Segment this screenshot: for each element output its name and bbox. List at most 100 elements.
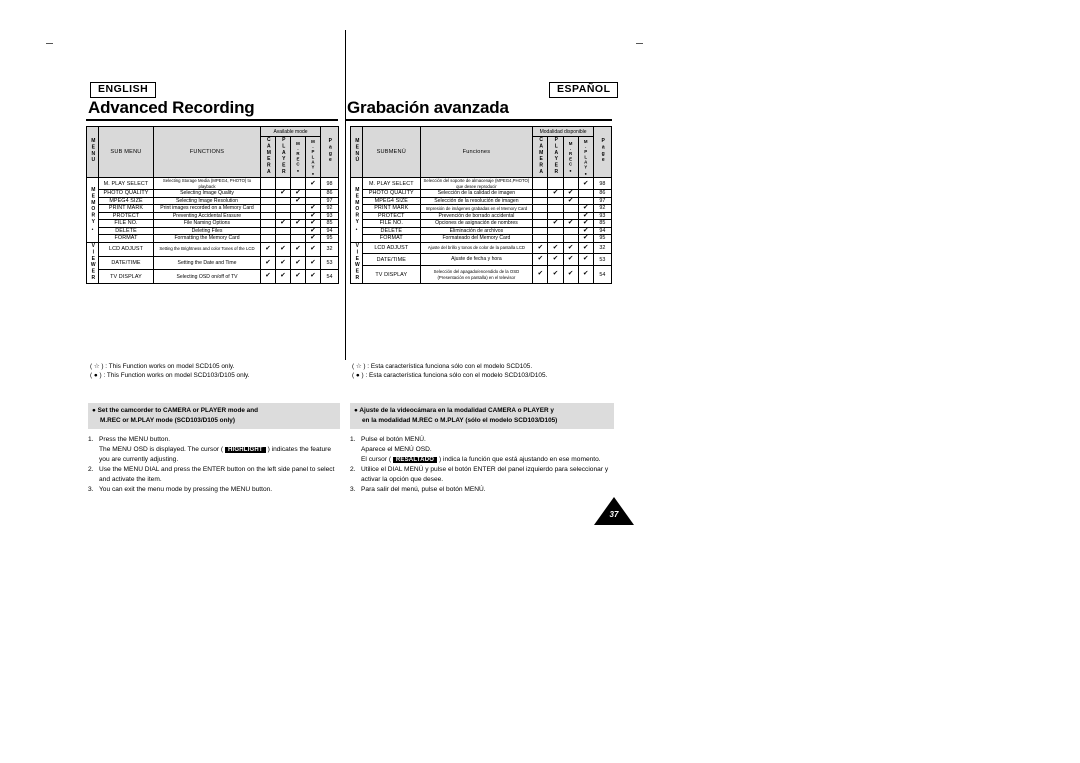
- cell-mode-mrec: [290, 204, 306, 213]
- cell-function: Prevención de borrado accidental: [419, 211, 534, 221]
- cell-mode-camera: ✔: [532, 253, 549, 266]
- cell-mode-camera: [260, 196, 276, 206]
- callout-spanish: ● Ajuste de la videocámara en la modalid…: [350, 403, 614, 429]
- menu-spec-table-english: MENU SUB MENU FUNCTIONS Available mode P…: [86, 125, 340, 285]
- registration-tick-right: [636, 43, 643, 44]
- callout-line2: en la modalidad M.REC o M.PLAY (sólo el …: [362, 416, 558, 424]
- cell-mode-camera: [532, 211, 549, 221]
- cell-mode-player: [275, 234, 291, 243]
- cell-mode-camera: [532, 204, 549, 213]
- step-text: Utilice el DIAL MENÚ y pulse el botón EN…: [361, 466, 609, 483]
- legend-line-star: ( ☆ ) : This Function works on model SCD…: [90, 363, 235, 370]
- cell-page: 86: [320, 189, 340, 198]
- table-row: PRINT MARK Impresión de imágenes grabadas…: [351, 204, 613, 213]
- cell-mode-player: [275, 204, 291, 213]
- cell-mode-mplay: ✔: [304, 234, 322, 243]
- cell-mode-camera: [260, 226, 276, 236]
- cell-mode-camera: ✔: [260, 269, 276, 285]
- page-title-spanish: Grabación avanzada: [347, 98, 509, 117]
- col-header-camera: CAMERA: [260, 135, 276, 179]
- cell-page: 92: [592, 204, 613, 213]
- step-item: 2. Use the MENU DIAL and press the ENTER …: [88, 465, 342, 485]
- cell-function: Setting the Date and Time: [153, 255, 261, 271]
- registration-tick-left: [46, 43, 53, 44]
- step-number: 3.: [88, 486, 94, 493]
- cell-page: 93: [592, 211, 613, 221]
- cell-mode-camera: [260, 234, 276, 243]
- cell-function: Selección del apagado/encendido de la OS…: [419, 264, 534, 285]
- cell-mode-mrec: [290, 234, 306, 243]
- col-header-menu: MENÚ: [349, 125, 364, 179]
- cell-page: 54: [592, 264, 613, 285]
- cell-mode-camera: [532, 189, 549, 198]
- cell-function: Ajuste del brillo y tonos de color de la…: [419, 241, 534, 255]
- cell-mode-mrec: ✔: [562, 264, 579, 285]
- cell-mode-camera: [260, 189, 276, 198]
- cell-function: Eliminación de archivos: [419, 226, 534, 236]
- cell-mode-mrec: [290, 226, 306, 236]
- cell-function: Selección de la resolución de imagen: [419, 196, 534, 206]
- cell-mode-mrec: ✔: [290, 269, 306, 285]
- table-row: FORMAT Formateado del Memory Card ✔ 95: [351, 234, 613, 243]
- table-row: FILE NO. File Naming Options ✔ ✔ ✔ 85: [87, 219, 340, 228]
- cell-function: Formatting the Memory Card: [153, 234, 261, 243]
- highlight-badge: RESALTADO: [392, 457, 438, 463]
- cell-mode-camera: [260, 204, 276, 213]
- title-rule-english: [86, 119, 338, 121]
- table-row: DELETE Deleting Files ✔ 94: [87, 226, 340, 236]
- cell-mode-mrec: ✔: [562, 241, 579, 255]
- step-item: 2. Utilice el DIAL MENÚ y pulse el botón …: [350, 465, 616, 485]
- legend-english: ( ☆ ) : This Function works on model SCD…: [90, 362, 340, 380]
- cell-mode-mplay: ✔: [304, 241, 322, 257]
- cell-page: 97: [592, 196, 613, 206]
- table-row: TV DISPLAY Selección del apagado/encendid…: [351, 264, 613, 285]
- col-header-menu: MENU: [86, 125, 99, 179]
- cell-submenu: MPEG4 SIZE: [98, 196, 154, 206]
- cell-page: 95: [320, 234, 340, 243]
- menu-group-dot-icon: •: [355, 227, 358, 234]
- table-head-spanish: MENÚ SUBMENÚ Funciones Modalidad disponi…: [349, 125, 613, 179]
- menu-group-label: VIEWER: [90, 242, 97, 282]
- page-number-badge: 37: [594, 497, 634, 527]
- cell-mode-player: ✔: [275, 241, 291, 257]
- col-header-available-mode: Modalidad disponible: [532, 126, 594, 137]
- menu-group-dot-icon: •: [91, 227, 94, 234]
- cell-submenu: PRINT MARK: [98, 204, 154, 213]
- cell-mode-mrec: [562, 234, 579, 243]
- cell-mode-player: [275, 177, 291, 191]
- cell-mode-camera: ✔: [532, 264, 549, 285]
- cell-mode-player: ✔: [275, 255, 291, 271]
- cell-mode-player: [547, 196, 564, 206]
- cell-submenu: MPEG4 SIZE: [362, 196, 421, 206]
- step-text: Use the MENU DIAL and press the ENTER bu…: [99, 466, 335, 483]
- cell-mode-player: ✔: [275, 189, 291, 198]
- title-rule-spanish: [345, 119, 612, 121]
- cell-mode-player: [547, 177, 564, 191]
- cell-mode-player: ✔: [547, 253, 564, 266]
- cell-submenu: LCD ADJUST: [98, 241, 154, 257]
- cell-mode-camera: [532, 177, 549, 191]
- cell-page: 98: [592, 177, 613, 191]
- cell-mode-camera: [532, 219, 549, 228]
- cell-function: Selección de la calidad de imagen: [419, 189, 534, 198]
- cell-mode-camera: [532, 234, 549, 243]
- table-row: FORMAT Formatting the Memory Card ✔ 95: [87, 234, 340, 243]
- col-header-available-mode: Available mode: [259, 126, 322, 137]
- callout-line1: Ajuste de la videocámara en la modalidad…: [359, 407, 554, 414]
- cell-function: Setting the Brightness and color Tones o…: [153, 241, 261, 257]
- cell-function: Formateado del Memory Card: [419, 234, 534, 243]
- menu-group-cell: VIEWER: [86, 241, 99, 285]
- cell-mode-player: [547, 204, 564, 213]
- col-header-mrec: M.REC ●: [290, 135, 306, 179]
- cell-function: Preventing Accidental Erasure: [153, 211, 261, 221]
- cell-submenu: DELETE: [98, 226, 154, 236]
- cell-function: Selecting Image Resolution: [153, 196, 261, 206]
- cell-mode-player: ✔: [547, 241, 564, 255]
- col-header-functions: FUNCTIONS: [153, 125, 261, 179]
- language-badge-spanish: ESPAÑOL: [549, 82, 619, 98]
- cell-mode-player: ✔: [547, 189, 564, 198]
- menu-group-label: MEMORY: [90, 186, 97, 226]
- step-text: Press the MENU button. The MENU OSD is di…: [99, 436, 331, 463]
- callout-line2: M.REC or M.PLAY mode (SCD103/D105 only): [100, 416, 235, 424]
- cell-page: 94: [320, 226, 340, 236]
